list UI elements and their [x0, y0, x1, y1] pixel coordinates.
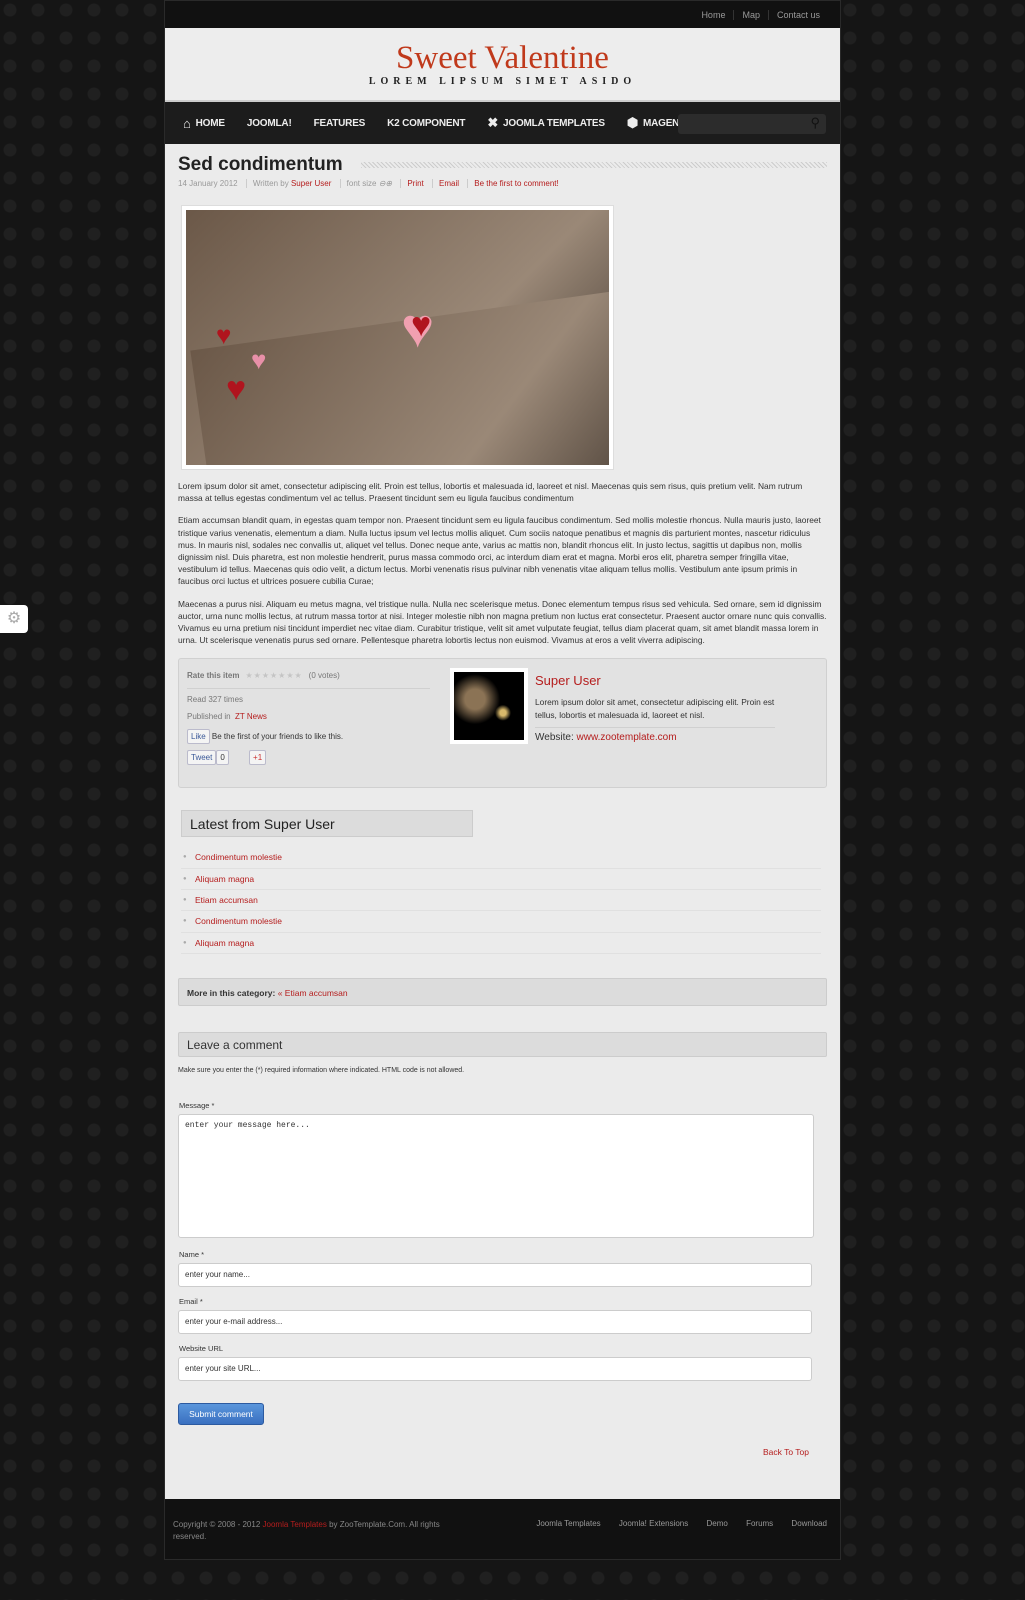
comment-heading: Leave a comment — [178, 1031, 827, 1057]
article-image: ♥ ♥ ♥ ♥ ♥ — [181, 205, 614, 470]
article-paragraph: Lorem ipsum dolor sit amet, consectetur … — [178, 481, 803, 504]
footer-link[interactable]: Joomla! Extensions — [619, 1519, 688, 1528]
url-label: Website URL — [179, 1343, 224, 1353]
submit-comment-button[interactable]: Submit comment — [178, 1402, 264, 1425]
nav-features[interactable]: FEATURES — [314, 118, 366, 129]
search-icon[interactable]: ⚲ — [810, 115, 820, 131]
top-link-contact[interactable]: Contact us — [767, 9, 828, 20]
nav-home[interactable]: ⌂ HOME — [183, 116, 225, 131]
tweet-button[interactable]: Tweet — [187, 750, 217, 766]
magento-icon: ⬢ — [626, 115, 638, 130]
joomla-icon: ✖ — [487, 115, 499, 130]
list-item[interactable]: Aliquam magna — [181, 869, 821, 891]
rate-label: Rate this item — [187, 671, 240, 681]
more-in-category: More in this category: « Etiam accumsan — [178, 977, 827, 1006]
author-link[interactable]: Super User — [291, 179, 331, 188]
facebook-like-text: Be the first of your friends to like thi… — [211, 732, 344, 742]
top-link-home[interactable]: Home — [693, 10, 733, 20]
gear-icon: ⚙ — [6, 610, 22, 627]
votes-count: (0 votes) — [308, 671, 340, 681]
article-meta: 14 January 2012 Written by Super User fo… — [178, 179, 827, 188]
page-container: Home Map Contact us Sweet Valentine LORE… — [164, 0, 841, 1560]
name-input[interactable]: enter your name... — [178, 1262, 812, 1287]
footer-link[interactable]: Download — [791, 1519, 827, 1528]
site-header: Sweet Valentine LOREM LIPSUM SIMET ASIDO — [165, 28, 840, 102]
author-bio: Lorem ipsum dolor sit amet, consectetur … — [535, 696, 775, 729]
message-label: Message * — [179, 1100, 215, 1110]
search-input[interactable]: ⚲ — [678, 114, 826, 134]
top-link-map[interactable]: Map — [733, 9, 768, 20]
website-label: Website: — [535, 732, 574, 744]
home-icon: ⌂ — [183, 115, 191, 131]
facebook-like-button[interactable]: Like — [187, 729, 210, 745]
font-increase-icon[interactable]: ⊕ — [385, 179, 392, 188]
print-link[interactable]: Print — [400, 179, 430, 188]
read-count: Read 327 times — [187, 695, 244, 705]
article-paragraph: Maecenas a purus nisi. Aliquam eu metus … — [178, 598, 827, 646]
top-menu: Home Map Contact us — [165, 1, 840, 28]
rating-stars[interactable]: ★★★★★★★ — [245, 671, 302, 680]
tweet-count: 0 — [216, 750, 229, 766]
article-date: 14 January 2012 — [178, 179, 238, 188]
footer-link[interactable]: Forums — [746, 1519, 773, 1528]
article-title: Sed condimentum — [178, 154, 827, 176]
nav-joomla-templates[interactable]: ✖ JOOMLA TEMPLATES — [487, 115, 605, 131]
email-input[interactable]: enter your e-mail address... — [178, 1309, 812, 1334]
nav-k2[interactable]: K2 COMPONENT — [387, 118, 465, 129]
footer-joomla-templates-link[interactable]: Joomla Templates — [263, 1520, 327, 1529]
name-label: Name * — [179, 1249, 205, 1259]
published-label: Published in — [187, 712, 231, 722]
author-name[interactable]: Super User — [535, 673, 775, 688]
font-size-label: font size — [346, 179, 377, 188]
comment-note: Make sure you enter the (*) required inf… — [178, 1066, 465, 1074]
list-item[interactable]: Condimentum molestie — [181, 911, 821, 933]
author-avatar — [450, 668, 528, 745]
email-label: Email * — [179, 1296, 203, 1306]
back-to-top-link[interactable]: Back To Top — [178, 1447, 827, 1457]
comment-link[interactable]: Be the first to comment! — [467, 179, 565, 188]
latest-heading: Latest from Super User — [181, 810, 473, 838]
latest-list: Condimentum molestie Aliquam magna Etiam… — [178, 847, 827, 954]
nav-joomla[interactable]: JOOMLA! — [247, 118, 292, 129]
main-nav: ⌂ HOME JOOMLA! FEATURES K2 COMPONENT ✖ JOO… — [165, 102, 840, 144]
site-logo[interactable]: Sweet Valentine — [165, 28, 840, 76]
email-link[interactable]: Email — [432, 179, 466, 188]
list-item[interactable]: Etiam accumsan — [181, 890, 821, 912]
main-content: Sed condimentum 14 January 2012 Written … — [165, 144, 840, 1499]
list-item[interactable]: Condimentum molestie — [181, 847, 821, 869]
author-website-link[interactable]: www.zootemplate.com — [577, 732, 677, 743]
google-plus-button[interactable]: +1 — [249, 750, 267, 766]
url-input[interactable]: enter your site URL... — [178, 1356, 812, 1381]
article-paragraph: Etiam accumsan blandit quam, in egestas … — [178, 515, 821, 587]
category-link[interactable]: ZT News — [235, 712, 267, 721]
item-info-box: Rate this item ★★★★★★★ (0 votes) Read 327 … — [178, 658, 827, 789]
list-item[interactable]: Aliquam magna — [181, 933, 821, 954]
footer-link[interactable]: Demo — [706, 1519, 727, 1528]
site-slogan: LOREM LIPSUM SIMET ASIDO — [368, 76, 637, 87]
prev-article-link[interactable]: « Etiam accumsan — [278, 988, 348, 998]
message-textarea[interactable]: enter your message here... — [178, 1113, 814, 1238]
footer: Copyright © 2008 - 2012 Joomla Templates… — [165, 1499, 840, 1559]
footer-link[interactable]: Joomla Templates — [536, 1519, 600, 1528]
written-by-label: Written by — [252, 179, 289, 188]
settings-gear-tab[interactable]: ⚙ — [0, 605, 28, 633]
title-decoration — [360, 162, 827, 168]
copyright: Copyright © 2008 - 2012 Joomla Templates… — [173, 1520, 440, 1541]
